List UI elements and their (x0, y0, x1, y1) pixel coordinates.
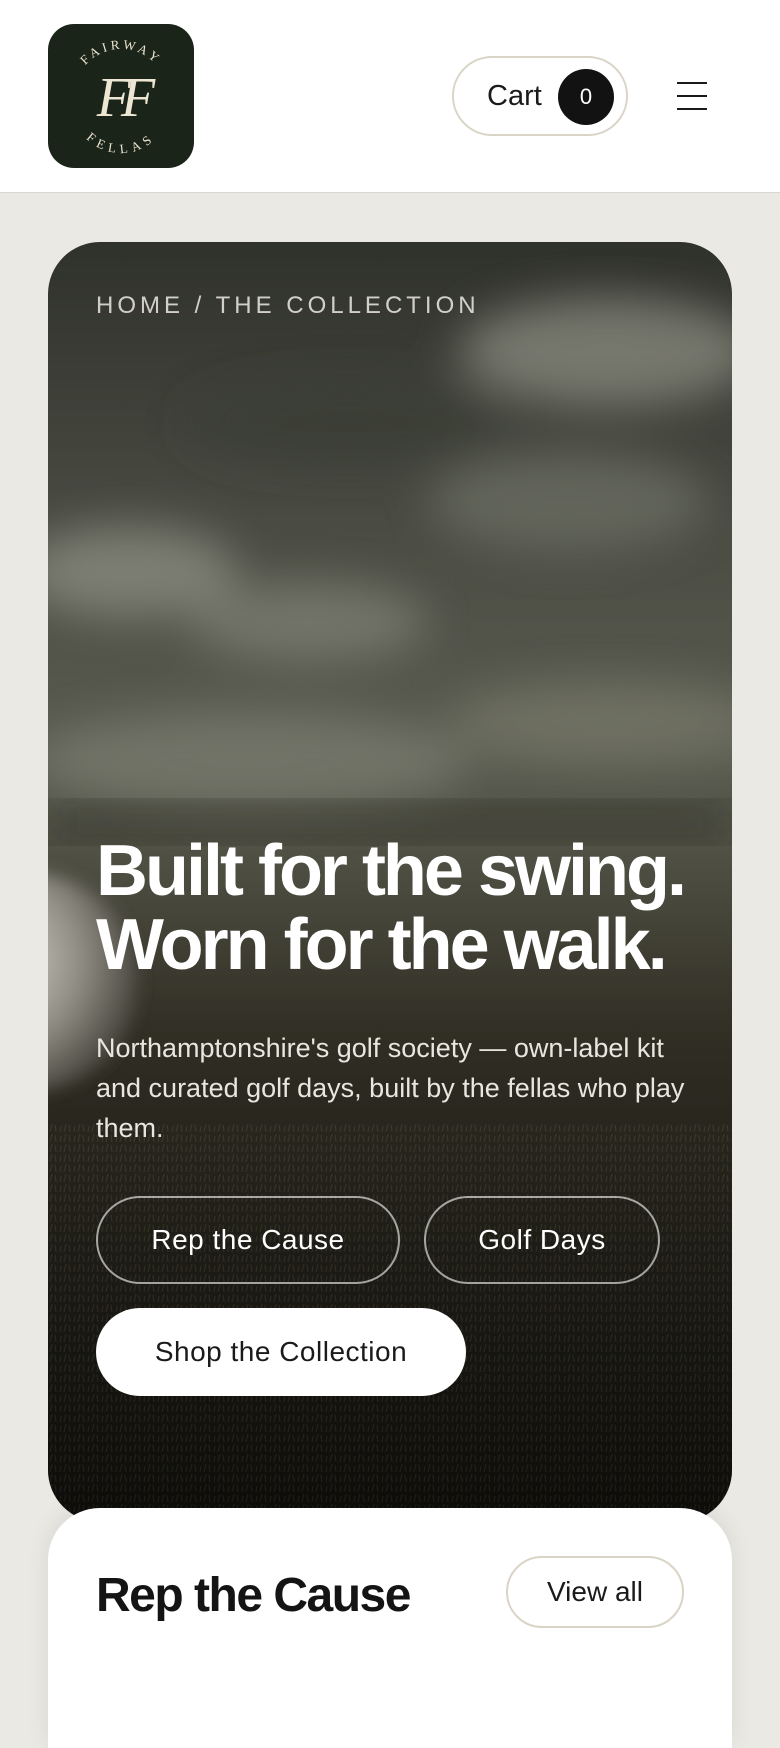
hero-subtext: Northamptonshire's golf society — own-la… (96, 1033, 685, 1143)
breadcrumb: HOME / THE COLLECTION (96, 292, 480, 319)
cart-label: Cart (487, 79, 542, 112)
hero-section: HOME / THE COLLECTION Built for the swin… (48, 242, 732, 1522)
site-header: FAIRWAY FELLAS FF Cart 0 (0, 0, 780, 193)
hamburger-menu-icon[interactable] (672, 78, 712, 114)
golf-days-button[interactable]: Golf Days (424, 1196, 660, 1284)
logo-monogram: FF (96, 67, 156, 129)
section-title: Rep the Cause (96, 1569, 411, 1622)
hero-headline-line1: Built for the swing. (96, 831, 687, 911)
hero-headline-line2: Worn for the walk. (96, 905, 668, 985)
shop-collection-button[interactable]: Shop the Collection (96, 1308, 466, 1396)
svg-text:FAIRWAY: FAIRWAY (77, 37, 165, 68)
brand-logo[interactable]: FAIRWAY FELLAS FF (48, 24, 194, 168)
svg-text:FELLAS: FELLAS (84, 129, 158, 156)
cart-count-badge: 0 (558, 69, 614, 125)
logo-bottom-text: FELLAS (84, 129, 153, 156)
cart-button[interactable]: Cart 0 (452, 56, 628, 136)
rep-the-cause-button[interactable]: Rep the Cause (96, 1196, 400, 1284)
view-all-button[interactable]: View all (506, 1556, 684, 1628)
hero-headline: Built for the swing. Worn for the walk. (96, 834, 716, 982)
logo-top-text: FAIRWAY (77, 37, 162, 68)
rep-the-cause-section: Rep the Cause View all (48, 1508, 732, 1748)
fairway-fellas-logo-icon: FAIRWAY FELLAS FF (77, 37, 166, 157)
